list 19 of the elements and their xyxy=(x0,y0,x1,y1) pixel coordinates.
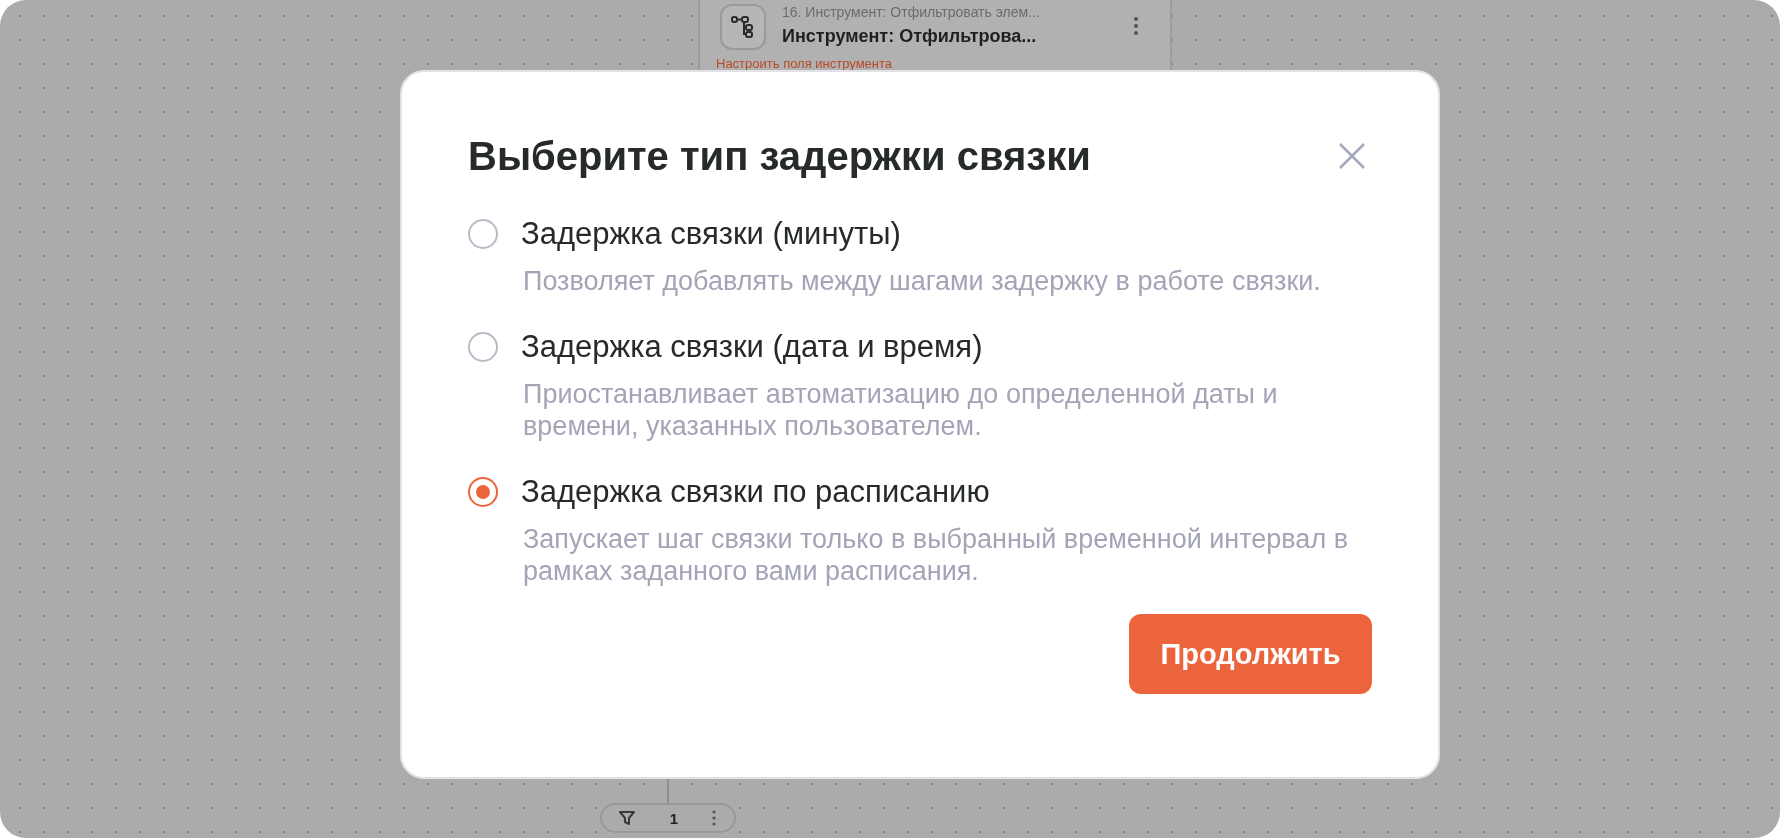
more-icon[interactable] xyxy=(712,810,716,826)
close-icon[interactable] xyxy=(1338,142,1366,170)
option-label[interactable]: Задержка связки (дата и время) xyxy=(521,329,983,365)
filter-icon xyxy=(618,809,636,827)
tree-icon xyxy=(720,4,766,50)
option-description: Приостанавливает автоматизацию до определенной даты и времени, указанных пользователем. xyxy=(523,378,1279,442)
more-icon[interactable] xyxy=(1133,16,1139,36)
dialog-title: Выберите тип задержки связки xyxy=(468,133,1091,180)
step-title: Инструмент: Отфильтрова... xyxy=(782,26,1038,47)
option-description: Запускает шаг связки только в выбранный временной интервал в рамках заданного вами расписания. xyxy=(523,523,1349,587)
radio-button[interactable] xyxy=(468,219,498,249)
radio-button[interactable] xyxy=(468,477,498,507)
filter-count: 1 xyxy=(669,809,679,827)
option-description: Позволяет добавлять между шагами задержку в работе связки. xyxy=(523,265,1322,297)
filter-pill[interactable]: 1 xyxy=(600,803,736,833)
option-label[interactable]: Задержка связки по расписанию xyxy=(521,474,990,510)
radio-button[interactable] xyxy=(468,332,498,362)
step-subtitle: 16. Инструмент: Отфильтровать элем... xyxy=(782,4,1040,20)
option-label[interactable]: Задержка связки (минуты) xyxy=(521,216,901,252)
